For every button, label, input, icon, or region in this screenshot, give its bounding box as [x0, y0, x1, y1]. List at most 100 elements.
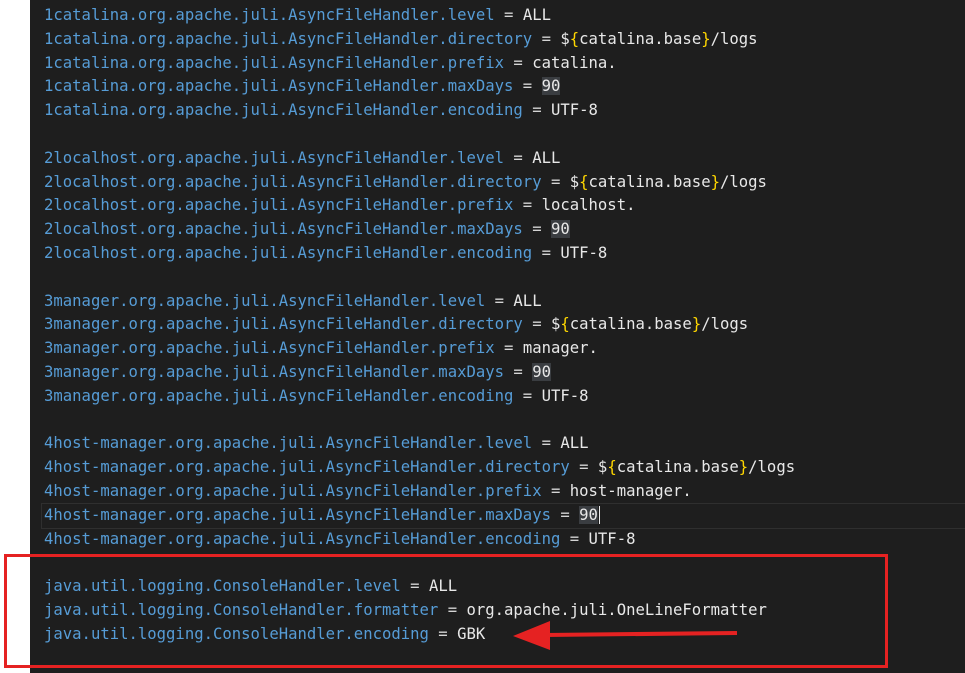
blank-line[interactable] — [44, 123, 965, 147]
blank-line[interactable] — [44, 266, 965, 290]
equals-operator: = — [522, 220, 551, 239]
brace-open: { — [579, 172, 589, 191]
equals-operator: = — [428, 624, 458, 643]
code-line[interactable]: java.util.logging.ConsoleHandler.encodin… — [44, 623, 965, 647]
property-value: ALL — [560, 434, 589, 453]
text-cursor — [598, 506, 600, 525]
equals-operator: = — [513, 196, 542, 215]
equals-operator: = — [541, 172, 570, 191]
equals-operator: = — [522, 101, 551, 120]
equals-operator: = — [485, 291, 514, 310]
property-key: 2localhost.org.apache.juli.AsyncFileHand… — [44, 196, 514, 215]
property-key: 1catalina.org.apache.juli.AsyncFileHandl… — [44, 6, 495, 24]
code-line[interactable]: java.util.logging.ConsoleHandler.formatt… — [44, 599, 965, 623]
property-key: java.util.logging.ConsoleHandler.level — [44, 577, 401, 596]
code-line[interactable]: 1catalina.org.apache.juli.AsyncFileHandl… — [44, 75, 965, 99]
variable-name: catalina.base — [616, 458, 739, 477]
property-key: 1catalina.org.apache.juli.AsyncFileHandl… — [44, 53, 505, 72]
code-line[interactable]: 3manager.org.apache.juli.AsyncFileHandle… — [44, 290, 965, 314]
code-line[interactable]: java.util.logging.ConsoleHandler.level =… — [44, 575, 965, 599]
property-key: 3manager.org.apache.juli.AsyncFileHandle… — [44, 386, 514, 405]
code-line[interactable]: 4host-manager.org.apache.juli.AsyncFileH… — [44, 528, 965, 552]
variable-name: catalina.base — [569, 315, 692, 334]
code-line[interactable]: 2localhost.org.apache.juli.AsyncFileHand… — [44, 218, 965, 242]
property-key: 4host-manager.org.apache.juli.AsyncFileH… — [44, 434, 533, 453]
property-key: java.util.logging.ConsoleHandler.formatt… — [44, 600, 439, 619]
property-value: UTF-8 — [541, 386, 589, 405]
number-value: 90 — [550, 220, 570, 239]
equals-operator: = — [504, 362, 533, 381]
property-value: localhost. — [541, 196, 636, 215]
blank-line[interactable] — [44, 551, 965, 575]
code-line[interactable]: 1catalina.org.apache.juli.AsyncFileHandl… — [44, 99, 965, 123]
variable-name: catalina.base — [588, 172, 711, 191]
property-key: java.util.logging.ConsoleHandler.encodin… — [44, 624, 429, 643]
path-suffix: /logs — [719, 172, 767, 191]
equals-operator: = — [513, 386, 542, 405]
property-key: 3manager.org.apache.juli.AsyncFileHandle… — [44, 362, 505, 381]
property-value: ALL — [428, 577, 458, 596]
path-suffix: /logs — [701, 315, 749, 334]
equals-operator: = — [532, 243, 561, 262]
property-key: 2localhost.org.apache.juli.AsyncFileHand… — [44, 243, 533, 262]
code-line[interactable]: 3manager.org.apache.juli.AsyncFileHandle… — [44, 313, 965, 337]
code-line[interactable]: 4host-manager.org.apache.juli.AsyncFileH… — [44, 480, 965, 504]
code-line[interactable]: 3manager.org.apache.juli.AsyncFileHandle… — [44, 385, 965, 409]
property-value: UTF-8 — [588, 529, 636, 548]
property-key: 1catalina.org.apache.juli.AsyncFileHandl… — [44, 101, 523, 120]
brace-open: { — [607, 458, 617, 477]
code-line[interactable]: 2localhost.org.apache.juli.AsyncFileHand… — [44, 242, 965, 266]
property-value: ALL — [513, 291, 542, 310]
code-line[interactable]: 4host-manager.org.apache.juli.AsyncFileH… — [41, 502, 965, 529]
code-line[interactable]: 2localhost.org.apache.juli.AsyncFileHand… — [44, 171, 965, 195]
code-line[interactable]: 1catalina.org.apache.juli.AsyncFileHandl… — [44, 28, 965, 52]
property-key: 4host-manager.org.apache.juli.AsyncFileH… — [44, 481, 542, 500]
code-line[interactable]: 3manager.org.apache.juli.AsyncFileHandle… — [44, 361, 965, 385]
number-value: 90 — [579, 505, 598, 524]
equals-operator: = — [504, 53, 533, 72]
equals-operator: = — [494, 339, 523, 358]
brace-close: } — [691, 315, 702, 334]
property-key: 3manager.org.apache.juli.AsyncFileHandle… — [44, 339, 495, 358]
property-key: 1catalina.org.apache.juli.AsyncFileHandl… — [44, 77, 514, 96]
equals-operator: = — [400, 577, 429, 596]
path-suffix: /logs — [710, 29, 758, 48]
variable-name: catalina.base — [579, 29, 702, 48]
code-lines: 1catalina.org.apache.juli.AsyncFileHandl… — [41, 4, 965, 647]
code-line[interactable]: 2localhost.org.apache.juli.AsyncFileHand… — [44, 194, 965, 218]
brace-close: } — [710, 172, 720, 191]
equals-operator: = — [513, 77, 542, 96]
code-line[interactable]: 2localhost.org.apache.juli.AsyncFileHand… — [44, 147, 965, 171]
property-key: 1catalina.org.apache.juli.AsyncFileHandl… — [44, 29, 533, 48]
path-suffix: /logs — [748, 458, 796, 477]
equals-operator: = — [532, 434, 561, 453]
variable-dollar: $ — [560, 29, 570, 48]
equals-operator: = — [522, 315, 551, 334]
code-line[interactable]: 4host-manager.org.apache.juli.AsyncFileH… — [44, 432, 965, 456]
property-value: org.apache.juli.OneLineFormatter — [466, 600, 767, 619]
code-line[interactable]: 1catalina.org.apache.juli.AsyncFileHandl… — [44, 4, 965, 28]
code-editor[interactable]: 1catalina.org.apache.juli.AsyncFileHandl… — [30, 0, 965, 673]
equals-operator: = — [532, 29, 561, 48]
code-line[interactable]: 1catalina.org.apache.juli.AsyncFileHandl… — [44, 52, 965, 76]
equals-operator: = — [560, 529, 589, 548]
code-line[interactable]: 4host-manager.org.apache.juli.AsyncFileH… — [44, 456, 965, 480]
blank-line[interactable] — [44, 409, 965, 433]
equals-operator: = — [438, 600, 467, 619]
variable-dollar: $ — [597, 458, 608, 477]
property-key: 2localhost.org.apache.juli.AsyncFileHand… — [44, 148, 505, 167]
brace-open: { — [560, 315, 570, 334]
property-value: ALL — [532, 148, 561, 167]
brace-open: { — [569, 29, 580, 48]
property-key: 2localhost.org.apache.juli.AsyncFileHand… — [44, 172, 542, 191]
number-value: 90 — [532, 362, 551, 381]
variable-dollar: $ — [569, 172, 580, 191]
property-value: catalina. — [532, 53, 617, 72]
code-line[interactable]: 3manager.org.apache.juli.AsyncFileHandle… — [44, 337, 965, 361]
property-value: ALL — [522, 6, 551, 24]
variable-dollar: $ — [550, 315, 561, 334]
property-value: host-manager. — [569, 481, 692, 500]
property-value: UTF-8 — [550, 101, 598, 120]
equals-operator: = — [550, 505, 580, 524]
equals-operator: = — [569, 458, 598, 477]
